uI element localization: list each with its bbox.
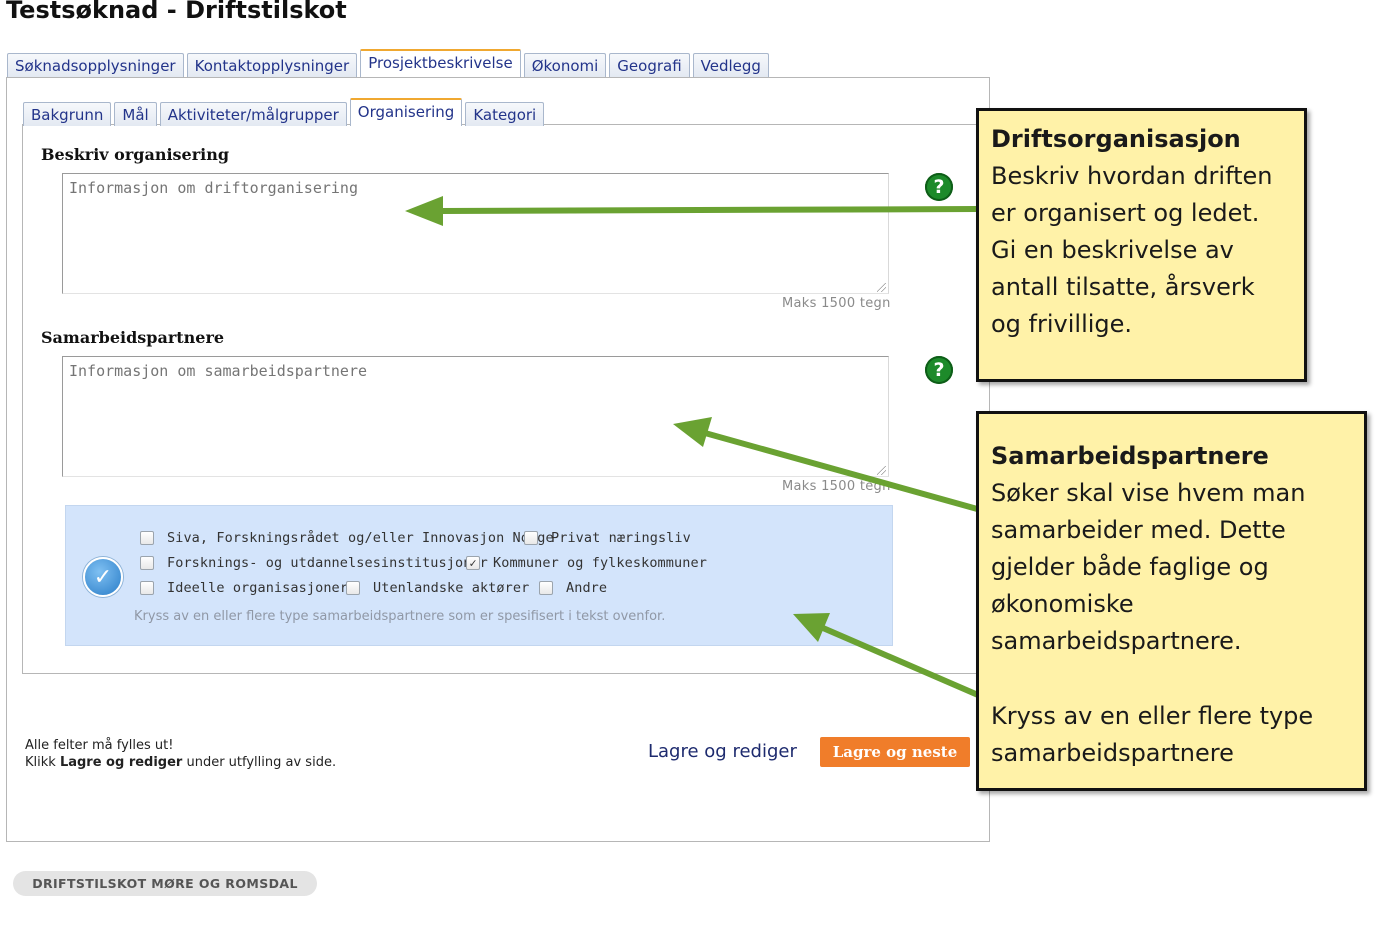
program-tag: DRIFTSTILSKOT MØRE OG ROMSDAL [13, 871, 317, 896]
checkbox-utenlandske[interactable]: Utenlandske aktører [346, 580, 529, 596]
page-title: Testsøknad - Driftstilskot [6, 0, 347, 24]
save-and-edit-link[interactable]: Lagre og rediger [648, 741, 797, 762]
partner-type-box: ✓ Siva, Forskningsrådet og/eller Innovas… [65, 505, 893, 646]
partners-help-icon[interactable]: ? [925, 356, 953, 384]
checkbox-kommuner[interactable]: ✓ Kommuner og fylkeskommuner [466, 555, 707, 571]
required-note: Alle felter må fylles ut! Klikk Lagre og… [25, 738, 337, 770]
checkbox-privat-naeringsliv[interactable]: Privat næringsliv [524, 530, 691, 546]
checkbox-siva[interactable]: Siva, Forskningsrådet og/eller Innovasjo… [140, 530, 554, 546]
check-circle-icon: ✓ [83, 557, 123, 597]
save-and-next-button[interactable]: Lagre og neste [820, 737, 970, 767]
organisation-resize-grip[interactable] [877, 283, 886, 292]
checkbox-box[interactable] [140, 581, 154, 595]
checkbox-box-checked[interactable]: ✓ [466, 556, 480, 570]
main-tabs: Søknadsopplysninger Kontaktopplysninger … [7, 49, 772, 77]
tab-okonomi[interactable]: Økonomi [523, 53, 607, 77]
callout-partners: Samarbeidspartnere Søker skal vise hvem … [976, 411, 1367, 791]
organisation-textarea[interactable] [62, 173, 889, 294]
sub-tabs: Bakgrunn Mål Aktiviteter/målgrupper Orga… [23, 98, 547, 126]
tab-bakgrunn[interactable]: Bakgrunn [23, 102, 112, 126]
checkbox-box[interactable] [346, 581, 360, 595]
partners-textarea[interactable] [62, 356, 889, 477]
tab-organisering[interactable]: Organisering [349, 98, 463, 126]
tab-soknadsopplysninger[interactable]: Søknadsopplysninger [7, 53, 184, 77]
checkbox-box[interactable] [140, 531, 154, 545]
checkbox-box[interactable] [539, 581, 553, 595]
tab-geografi[interactable]: Geografi [609, 53, 690, 77]
partners-label: Samarbeidspartnere [41, 328, 225, 347]
callout-organisation: Driftsorganisasjon Beskriv hvordan drift… [976, 108, 1307, 382]
checkbox-box[interactable] [140, 556, 154, 570]
checkbox-forskning-utdanning[interactable]: Forsknings- og utdannelsesinstitusjoner [140, 555, 488, 571]
checkbox-ideelle[interactable]: Ideelle organisasjoner [140, 580, 348, 596]
checkbox-box[interactable] [524, 531, 538, 545]
organisation-max-chars: Maks 1500 tegn [782, 296, 891, 311]
tab-kategori[interactable]: Kategori [465, 102, 545, 126]
tab-kontaktopplysninger[interactable]: Kontaktopplysninger [186, 53, 358, 77]
tab-mal[interactable]: Mål [114, 102, 157, 126]
tab-aktiviteter-malgrupper[interactable]: Aktiviteter/målgrupper [159, 102, 347, 126]
checkbox-andre[interactable]: Andre [539, 580, 607, 596]
partners-max-chars: Maks 1500 tegn [782, 479, 891, 494]
tab-prosjektbeskrivelse[interactable]: Prosjektbeskrivelse [360, 49, 521, 77]
partners-resize-grip[interactable] [877, 466, 886, 475]
organisation-label: Beskriv organisering [41, 145, 230, 164]
tab-vedlegg[interactable]: Vedlegg [692, 53, 769, 77]
partner-type-hint: Kryss av en eller flere type samarbeidsp… [134, 609, 666, 624]
organisation-help-icon[interactable]: ? [925, 173, 953, 201]
